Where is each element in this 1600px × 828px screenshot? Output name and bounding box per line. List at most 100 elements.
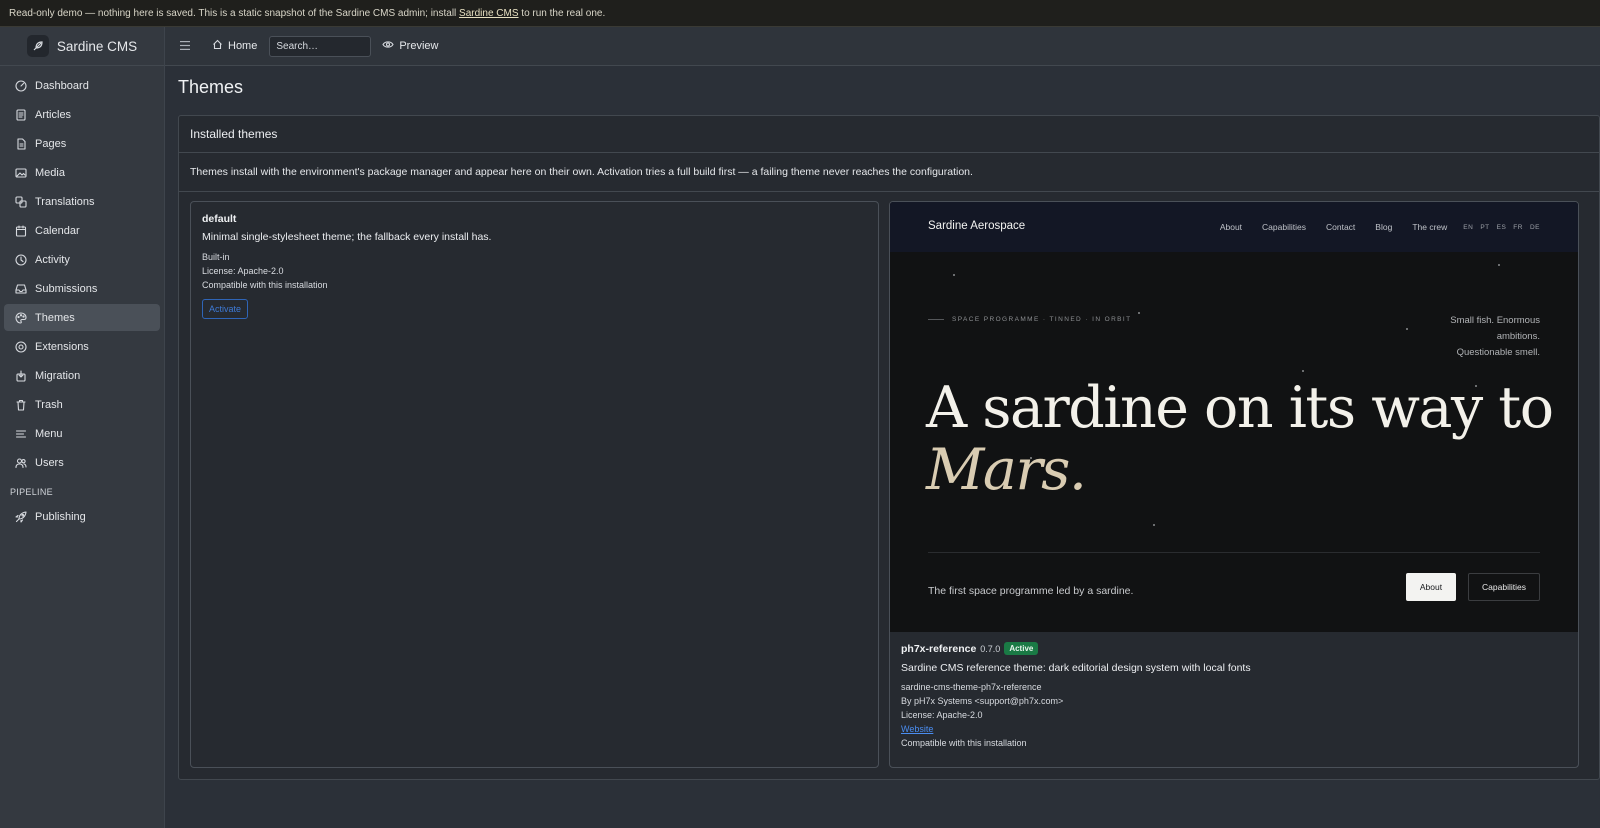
sidebar-item-label: Articles <box>35 108 72 121</box>
website-link[interactable]: Website <box>901 724 933 734</box>
sidebar-item-label: Users <box>35 456 64 469</box>
preview-tagline: Small fish. Enormous ambitions. Question… <box>1400 313 1540 361</box>
preview-capabilities-button: Capabilities <box>1468 573 1540 601</box>
theme-description: Minimal single-stylesheet theme; the fal… <box>202 231 492 243</box>
sidebar-item-migration[interactable]: Migration <box>4 362 160 389</box>
preview-lang: ES <box>1496 223 1507 231</box>
theme-source: Built-in <box>202 252 230 262</box>
panel-title: Installed themes <box>179 116 1599 153</box>
theme-license: License: Apache-2.0 <box>202 266 284 276</box>
sidebar-item-users[interactable]: Users <box>4 449 160 476</box>
clock-icon <box>15 253 27 266</box>
theme-description: Sardine CMS reference theme: dark editor… <box>901 662 1251 674</box>
preview-star <box>1498 264 1500 266</box>
activate-button[interactable]: Activate <box>202 299 249 319</box>
preview-lede: The first space programme led by a sardi… <box>928 585 1134 597</box>
theme-version: 0.7.0 <box>980 643 1001 654</box>
sidebar-item-translations[interactable]: Translations <box>4 188 160 215</box>
sidebar-item-trash[interactable]: Trash <box>4 391 160 418</box>
preview-nav-link: Contact <box>1326 222 1356 232</box>
theme-card-reference: Sardine Aerospace About Capabilities Con… <box>889 201 1579 768</box>
preview-star <box>1302 370 1304 372</box>
users-icon <box>15 457 27 469</box>
preview-lang: DE <box>1529 223 1540 231</box>
theme-compat: Compatible with this installation <box>202 280 328 290</box>
panel-description: Themes install with the environment's pa… <box>179 153 1599 192</box>
brand[interactable]: Sardine CMS <box>0 27 164 66</box>
dashboard-icon <box>15 79 27 92</box>
theme-name: default <box>202 213 237 225</box>
sidebar-item-activity[interactable]: Activity <box>4 246 160 273</box>
extension-icon <box>15 340 27 353</box>
preview-link[interactable]: Preview <box>382 40 438 52</box>
preview-star <box>1030 457 1032 459</box>
article-icon <box>15 108 27 121</box>
inbox-icon <box>15 283 27 295</box>
preview-lang: EN <box>1463 223 1474 231</box>
sidebar-item-label: Calendar <box>35 224 80 237</box>
home-label: Home <box>228 40 258 52</box>
menu-icon <box>15 428 27 440</box>
sidebar-item-media[interactable]: Media <box>4 159 160 186</box>
sidebar-item-label: Themes <box>35 311 75 324</box>
preview-star <box>1153 524 1155 526</box>
headline-text: A sardine on its way to <box>926 375 1554 441</box>
preview-nav-link: The crew <box>1412 222 1448 232</box>
trash-icon <box>15 399 27 411</box>
image-icon <box>15 167 27 179</box>
preview-label: Preview <box>399 40 439 52</box>
sidebar-item-extensions[interactable]: Extensions <box>4 333 160 360</box>
rocket-icon <box>15 510 27 523</box>
translate-icon <box>15 195 27 208</box>
sidebar-item-label: Pages <box>35 137 67 150</box>
preview-star <box>953 274 955 276</box>
banner-text-after: to run the real one. <box>518 8 606 19</box>
banner-text-before: Read-only demo — nothing here is saved. … <box>9 8 460 19</box>
sidebar-item-calendar[interactable]: Calendar <box>4 217 160 244</box>
topbar: Home Preview <box>165 27 1600 66</box>
palette-icon <box>15 311 27 324</box>
sidebar-item-label: Menu <box>35 427 63 440</box>
preview-navbar: Sardine Aerospace About Capabilities Con… <box>890 202 1578 252</box>
sidebar-item-label: Submissions <box>35 282 98 295</box>
search-input[interactable] <box>269 35 372 57</box>
preview-language-switcher: EN PT ES FR DE <box>1463 224 1540 231</box>
sidebar-item-label: Activity <box>35 253 70 266</box>
preview-about-button: About <box>1406 573 1456 601</box>
page-title: Themes <box>178 77 244 97</box>
theme-name: ph7x-reference <box>901 642 977 655</box>
migration-icon <box>15 369 27 382</box>
feather-logo-icon <box>26 35 49 57</box>
sidebar-item-label: Media <box>35 166 65 179</box>
banner-link[interactable]: Sardine CMS <box>459 8 518 19</box>
theme-info: ph7x-reference 0.7.0 Active Sardine CMS … <box>901 642 1567 750</box>
calendar-icon <box>15 224 27 237</box>
preview-eyebrow: SPACE PROGRAMME · TINNED · IN ORBIT <box>928 316 1132 323</box>
home-link[interactable]: Home <box>212 39 257 53</box>
theme-author: By pH7x Systems <support@ph7x.com> <box>901 696 1064 706</box>
theme-preview-image: Sardine Aerospace About Capabilities Con… <box>890 202 1578 632</box>
sidebar-item-label: Publishing <box>35 510 86 523</box>
preview-star <box>1138 312 1140 314</box>
preview-brand: Sardine Aerospace <box>928 220 1026 232</box>
sidebar-item-dashboard[interactable]: Dashboard <box>4 72 160 99</box>
brand-name: Sardine CMS <box>56 38 138 54</box>
sidebar-item-publishing[interactable]: Publishing <box>4 503 160 530</box>
sidebar-item-themes[interactable]: Themes <box>4 304 160 331</box>
theme-card-default: default Minimal single-stylesheet theme;… <box>190 201 879 768</box>
sidebar-item-label: Extensions <box>35 340 89 353</box>
preview-nav-link: Capabilities <box>1262 222 1306 232</box>
sidebar-item-articles[interactable]: Articles <box>4 101 160 128</box>
sidebar-item-submissions[interactable]: Submissions <box>4 275 160 302</box>
eyebrow-rule <box>928 319 944 320</box>
sidebar-item-pages[interactable]: Pages <box>4 130 160 157</box>
preview-headline: A sardine on its way to Mars. <box>926 375 1554 503</box>
sidebar-item-menu[interactable]: Menu <box>4 420 160 447</box>
theme-license: License: Apache-2.0 <box>901 710 983 720</box>
hamburger-icon[interactable] <box>180 39 192 53</box>
preview-nav-links: About Capabilities Contact Blog The crew… <box>1220 222 1540 232</box>
eyebrow-text: SPACE PROGRAMME · TINNED · IN ORBIT <box>952 316 1132 323</box>
sidebar: Sardine CMS Dashboard Articles Pages Media T… <box>0 27 165 828</box>
headline-accent: Mars. <box>926 437 1087 503</box>
sidebar-section-pipeline: PIPELINE <box>10 487 53 497</box>
